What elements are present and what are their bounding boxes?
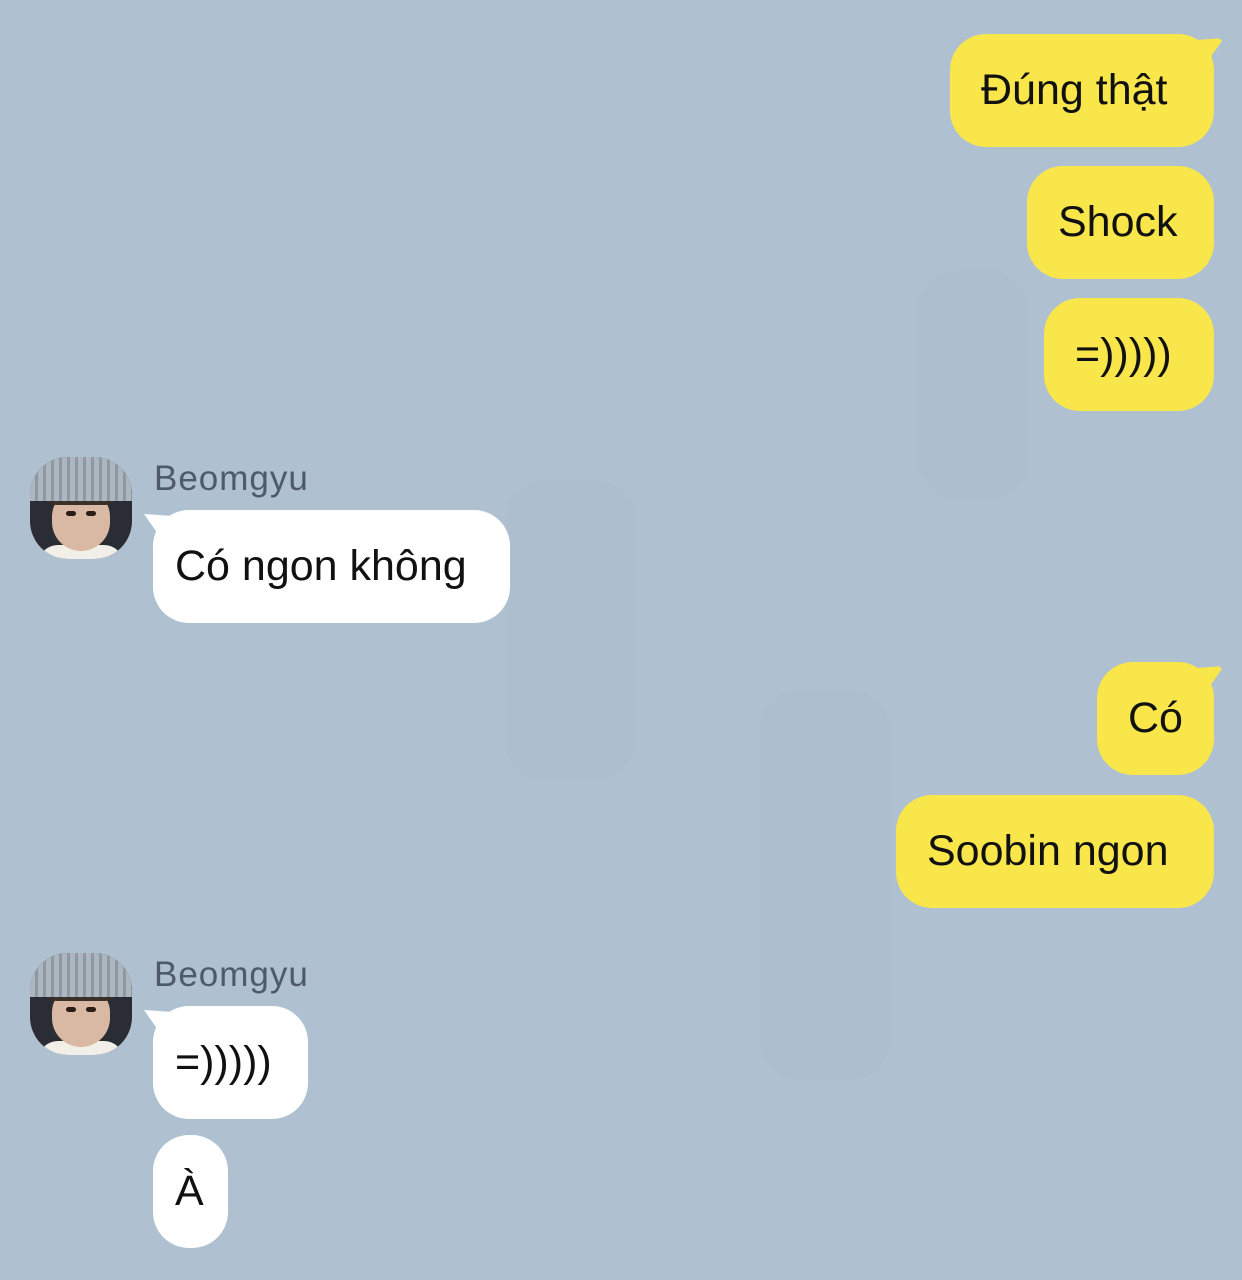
avatar[interactable]	[30, 953, 132, 1055]
outgoing-message[interactable]: =)))))	[1044, 298, 1214, 411]
incoming-message[interactable]: Có ngon không	[153, 510, 510, 623]
message-text: =)))))	[175, 1038, 272, 1086]
outgoing-message[interactable]: Soobin ngon	[896, 795, 1214, 908]
message-text: À	[175, 1167, 204, 1215]
avatar-photo-part	[30, 457, 132, 501]
avatar[interactable]	[30, 457, 132, 559]
sender-name: Beomgyu	[154, 955, 309, 994]
message-text: Đúng thật	[981, 66, 1168, 114]
avatar-photo-part	[86, 511, 96, 516]
avatar-photo-part	[66, 1007, 76, 1012]
wallpaper-shape	[760, 690, 890, 1080]
message-text: Có	[1128, 694, 1183, 742]
avatar-photo-part	[86, 1007, 96, 1012]
outgoing-message[interactable]: Có	[1097, 662, 1214, 775]
outgoing-message[interactable]: Đúng thật	[950, 34, 1214, 147]
wallpaper-shape	[918, 270, 1028, 500]
message-text: Shock	[1058, 198, 1178, 246]
wallpaper-shape	[505, 480, 635, 780]
sender-name: Beomgyu	[154, 459, 309, 498]
avatar-photo-part	[30, 953, 132, 997]
avatar-photo-part	[66, 511, 76, 516]
outgoing-message[interactable]: Shock	[1027, 166, 1214, 279]
chat-thread: Đúng thật Shock =))))) Beomgyu Có ngon k…	[0, 0, 1242, 1280]
message-text: Soobin ngon	[927, 827, 1169, 875]
incoming-message[interactable]: À	[153, 1135, 228, 1248]
message-text: Có ngon không	[175, 542, 467, 590]
incoming-message[interactable]: =)))))	[153, 1006, 308, 1119]
message-text: =)))))	[1075, 330, 1172, 378]
